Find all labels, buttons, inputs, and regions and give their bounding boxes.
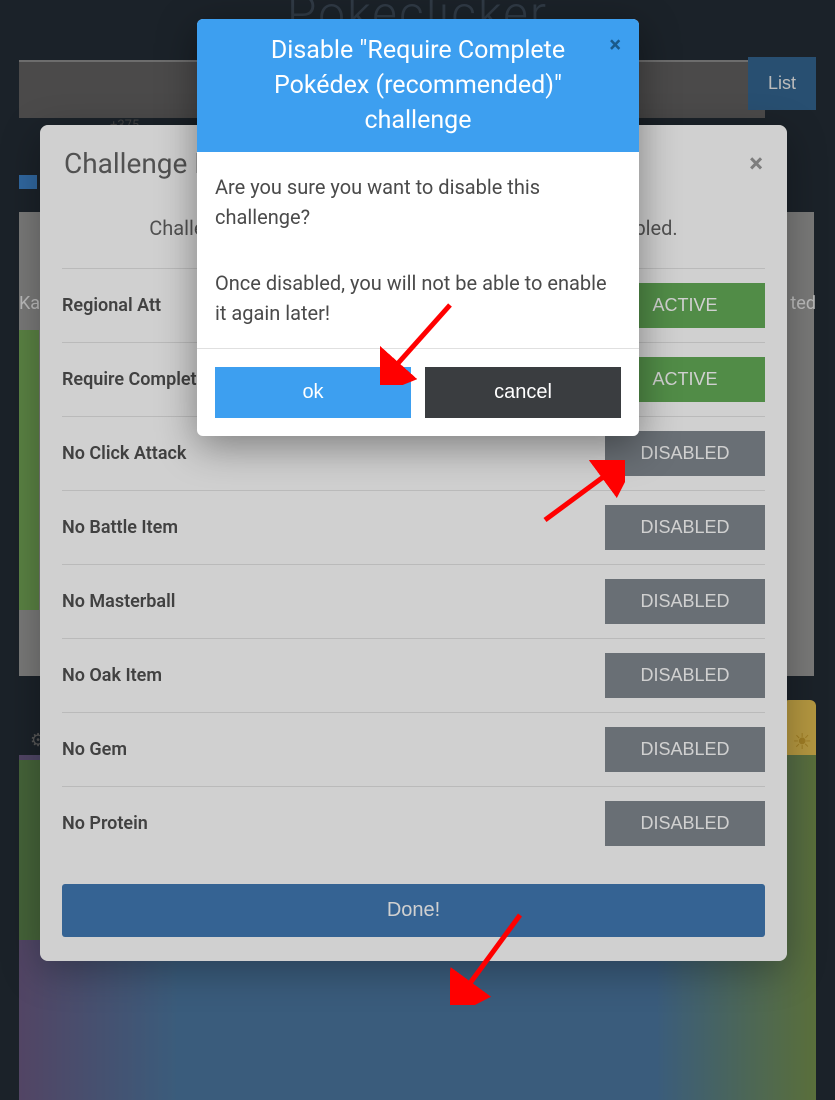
cancel-button[interactable]: cancel xyxy=(425,367,621,418)
ok-button[interactable]: ok xyxy=(215,367,411,418)
confirm-dialog-footer: ok cancel xyxy=(197,348,639,436)
confirm-dialog-close-icon[interactable]: × xyxy=(609,33,621,58)
confirm-message-2: Once disabled, you will not be able to e… xyxy=(215,268,621,328)
confirm-dialog-title: Disable "Require Complete Pokédex (recom… xyxy=(217,33,619,138)
confirm-dialog-body: Are you sure you want to disable this ch… xyxy=(197,152,639,348)
confirm-disable-dialog: Disable "Require Complete Pokédex (recom… xyxy=(197,19,639,436)
confirm-dialog-header: Disable "Require Complete Pokédex (recom… xyxy=(197,19,639,152)
confirm-message-1: Are you sure you want to disable this ch… xyxy=(215,172,621,232)
